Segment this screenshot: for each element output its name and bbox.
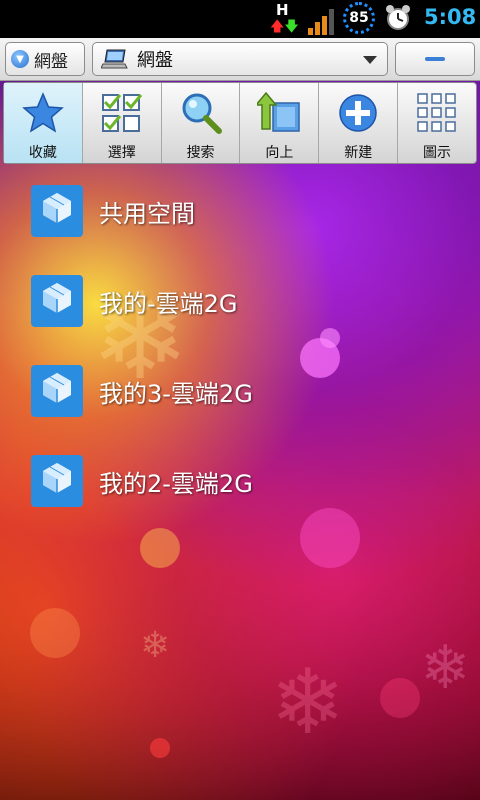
toolbar-label: 向上 bbox=[265, 145, 294, 161]
drive-select[interactable]: ▼ 網盤 bbox=[5, 42, 85, 76]
toolbar-label: 收藏 bbox=[28, 145, 57, 161]
dropdown-caret-icon bbox=[363, 56, 377, 64]
snowflake-decoration: ❄ bbox=[140, 625, 171, 666]
list-item-label: 我的3-雲端2G bbox=[99, 379, 253, 408]
snowflake-decoration: ❄ bbox=[420, 633, 471, 703]
magnifier-icon bbox=[182, 93, 222, 134]
list-item[interactable]: 共用空間 bbox=[0, 166, 480, 256]
list-item-label: 我的-雲端2G bbox=[99, 289, 238, 318]
toolbar-search-button[interactable]: 搜索 bbox=[162, 83, 241, 163]
bokeh-light bbox=[30, 608, 80, 658]
minus-button[interactable] bbox=[395, 42, 475, 76]
folder-up-icon bbox=[257, 91, 301, 132]
dropbox-icon bbox=[31, 275, 83, 327]
toolbar-select-button[interactable]: 選擇 bbox=[83, 83, 162, 163]
battery-level: 85 bbox=[349, 10, 369, 26]
toolbar: 收藏 選擇 搜索 向上 新建 圖示 bbox=[3, 82, 477, 164]
bokeh-light bbox=[140, 528, 180, 568]
list-item-label: 我的2-雲端2G bbox=[99, 469, 253, 498]
checklist-icon bbox=[101, 94, 142, 132]
toolbar-label: 新建 bbox=[344, 145, 373, 161]
data-activity-icon: 🡅🡇 bbox=[270, 19, 299, 35]
dropbox-icon bbox=[31, 455, 83, 507]
toolbar-up-button[interactable]: 向上 bbox=[240, 83, 320, 163]
bokeh-light bbox=[380, 678, 420, 718]
plus-icon bbox=[339, 94, 377, 132]
toolbar-new-button[interactable]: 新建 bbox=[319, 83, 399, 163]
status-bar: H 🡅🡇 85 5:08 bbox=[0, 0, 480, 38]
laptop-icon bbox=[101, 49, 128, 69]
toolbar-view-button[interactable]: 圖示 bbox=[398, 83, 476, 163]
chevron-down-icon: ▼ bbox=[11, 50, 29, 68]
toolbar-label: 選擇 bbox=[107, 145, 136, 161]
battery-icon: 85 bbox=[343, 2, 375, 34]
snowflake-decoration: ❄ bbox=[270, 650, 346, 755]
list-item[interactable]: 我的2-雲端2G bbox=[0, 436, 480, 526]
dropbox-icon bbox=[31, 365, 83, 417]
path-select[interactable]: 網盤 bbox=[92, 42, 388, 76]
grid-icon bbox=[417, 93, 456, 132]
minus-icon bbox=[425, 57, 445, 61]
dropbox-icon bbox=[31, 185, 83, 237]
top-bar: ▼ 網盤 網盤 bbox=[0, 38, 480, 81]
file-list: 共用空間 我的-雲端2G 我的3-雲端2G 我的2-雲端2G bbox=[0, 166, 480, 526]
toolbar-label: 搜索 bbox=[186, 145, 215, 161]
bokeh-light bbox=[150, 738, 170, 758]
toolbar-favorites-button[interactable]: 收藏 bbox=[4, 83, 83, 163]
drive-select-label: 網盤 bbox=[34, 51, 68, 72]
star-icon bbox=[22, 92, 64, 133]
network-type-label: H bbox=[276, 1, 289, 19]
signal-strength-icon bbox=[308, 5, 338, 35]
clock: 5:08 bbox=[424, 5, 477, 29]
list-item[interactable]: 我的3-雲端2G bbox=[0, 346, 480, 436]
list-item[interactable]: 我的-雲端2G bbox=[0, 256, 480, 346]
path-label: 網盤 bbox=[137, 50, 173, 71]
list-item-label: 共用空間 bbox=[99, 199, 195, 228]
alarm-clock-icon bbox=[386, 5, 410, 30]
toolbar-label: 圖示 bbox=[423, 145, 452, 161]
